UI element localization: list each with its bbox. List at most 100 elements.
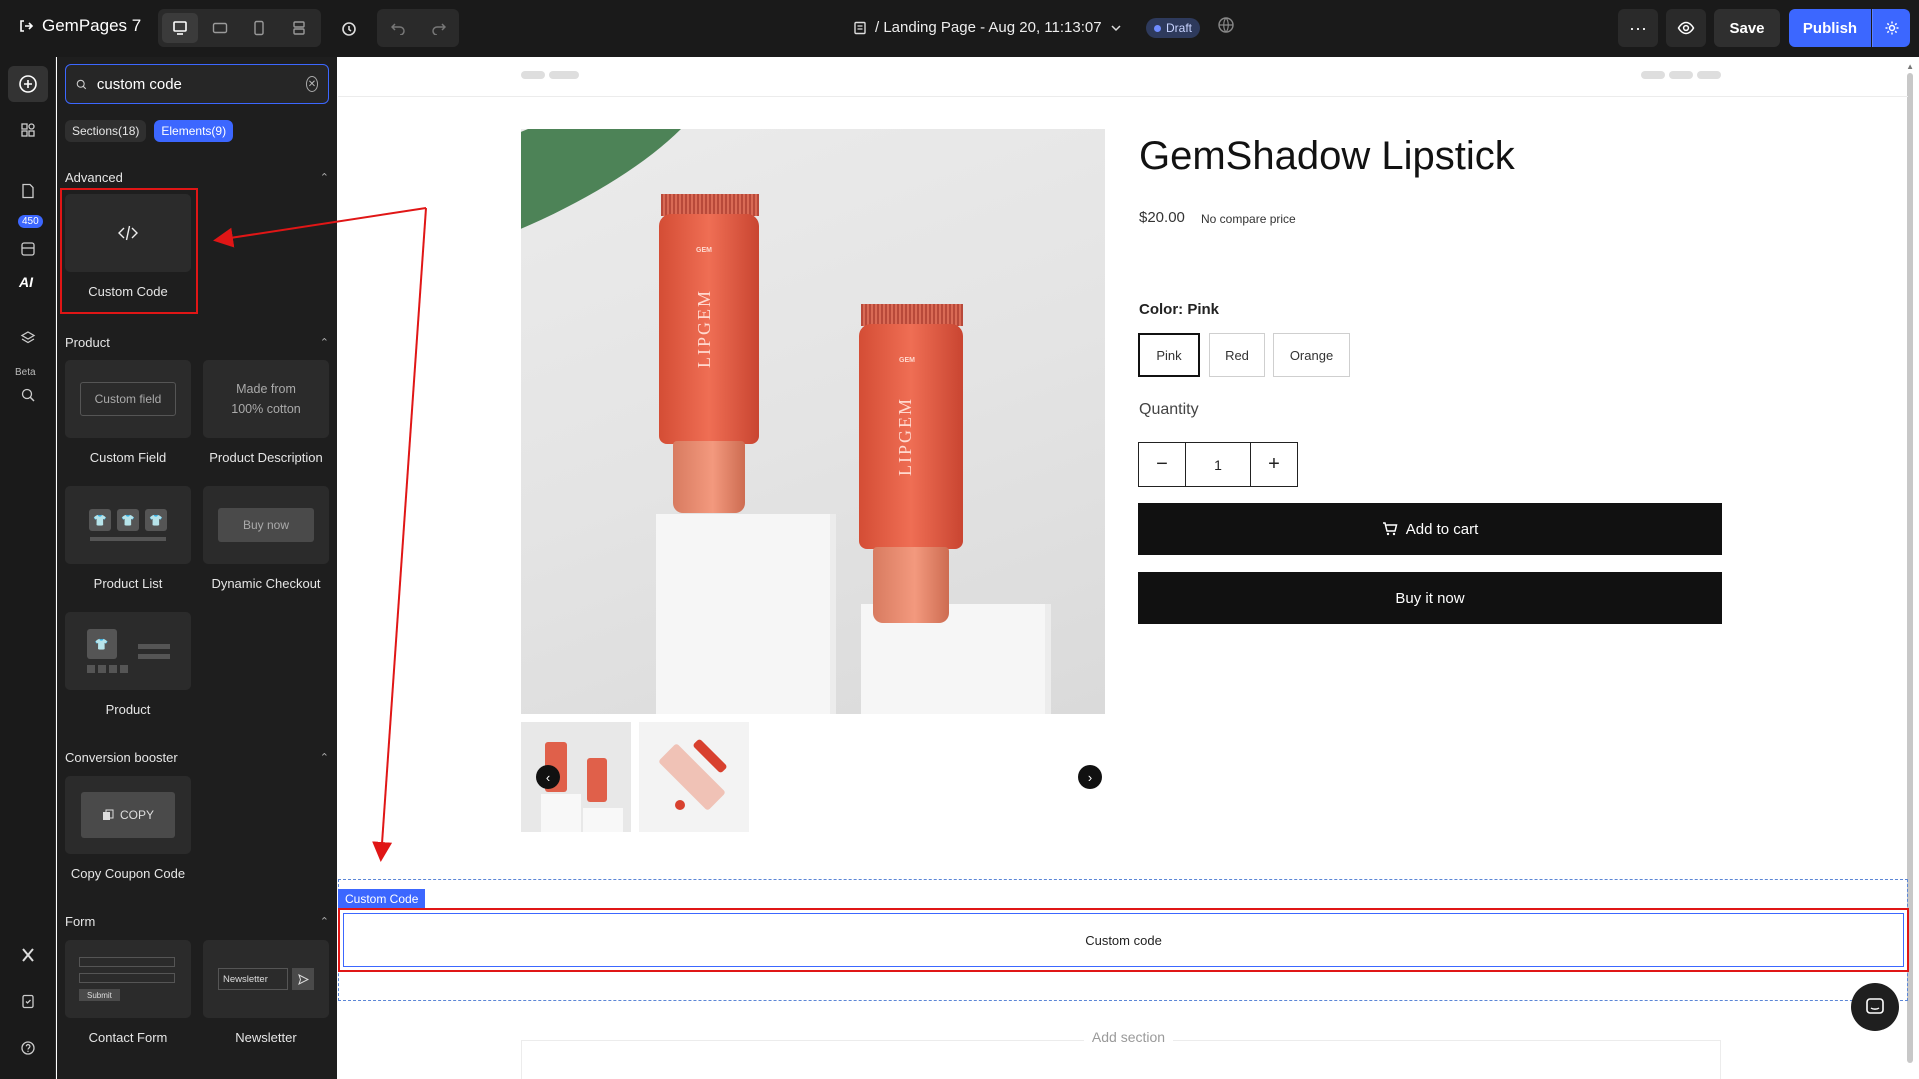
product-main-image[interactable]: LIPGEM GEM LIPGEM GEM xyxy=(521,129,1105,714)
tablet-view-button[interactable] xyxy=(202,13,238,43)
rail-layers[interactable] xyxy=(8,320,48,356)
element-newsletter[interactable]: Newsletter Newsletter xyxy=(203,940,329,1045)
rail-library[interactable] xyxy=(8,231,48,267)
add-section-area[interactable] xyxy=(521,1040,1721,1079)
custom-code-block[interactable]: Custom code xyxy=(338,908,1909,972)
element-product-description[interactable]: Made from 100% cotton Product Descriptio… xyxy=(203,360,329,465)
element-label: Product xyxy=(105,702,151,717)
search-input[interactable] xyxy=(96,75,296,93)
ai-icon[interactable]: AI xyxy=(19,274,33,290)
gallery-next-button[interactable]: › xyxy=(1078,765,1102,789)
store-header-placeholder xyxy=(338,57,1908,97)
status-dot-icon xyxy=(1154,24,1161,32)
mobile-view-button[interactable] xyxy=(242,13,278,43)
category-form[interactable]: Form ⌃ xyxy=(65,914,329,929)
send-icon xyxy=(292,968,314,990)
tube-logo-text: GEM xyxy=(696,247,712,254)
color-option-red[interactable]: Red xyxy=(1209,333,1265,377)
copy-icon xyxy=(102,809,114,820)
app-root: GemPages 7 / Landing Page - Aug 20, 11:1… xyxy=(0,0,1919,1079)
chevron-up-icon: ⌃ xyxy=(319,172,329,184)
save-button[interactable]: Save xyxy=(1714,9,1780,47)
rail-integrations[interactable] xyxy=(8,937,48,973)
element-thumbnail: Buy now xyxy=(203,486,329,564)
language-button[interactable] xyxy=(1217,16,1235,39)
element-thumbnail: Newsletter xyxy=(203,940,329,1018)
element-label: Contact Form xyxy=(88,1030,168,1045)
category-advanced[interactable]: Advanced ⌃ xyxy=(65,170,329,185)
clear-search-icon[interactable]: ✕ xyxy=(305,76,318,92)
product-title: GemShadow Lipstick xyxy=(1139,134,1515,178)
undo-button[interactable] xyxy=(377,9,418,47)
rail-help[interactable] xyxy=(8,1030,48,1066)
quantity-stepper: − 1 + xyxy=(1138,442,1298,487)
custom-code-highlight xyxy=(60,188,198,314)
buy-now-button[interactable]: Buy it now xyxy=(1138,572,1722,624)
rail-add-elements[interactable] xyxy=(8,66,48,102)
brush-icon xyxy=(21,388,35,402)
editor-canvas[interactable]: ▲ LIPGEM GEM LIPGEM GEM ‹ › GemShadow Li… xyxy=(338,57,1919,1079)
device-switcher xyxy=(158,9,321,47)
element-product-list[interactable]: 👕 👕 👕 Product List xyxy=(65,486,191,591)
library-count-badge: 450 xyxy=(18,215,43,228)
more-options-button[interactable]: ··· xyxy=(1618,9,1658,47)
clipboard-icon xyxy=(22,994,34,1009)
product-thumbnail-2[interactable] xyxy=(639,722,749,832)
element-thumbnail: 👕 👕 👕 xyxy=(65,486,191,564)
category-conversion-booster[interactable]: Conversion booster ⌃ xyxy=(65,750,329,765)
element-custom-field[interactable]: Custom field Custom Field xyxy=(65,360,191,465)
left-rail: 450 AI Beta xyxy=(0,57,56,1079)
element-contact-form[interactable]: Submit Contact Form xyxy=(65,940,191,1045)
rail-apps[interactable] xyxy=(8,112,48,148)
publish-settings-button[interactable] xyxy=(1872,9,1910,47)
shirt-icon: 👕 xyxy=(86,629,117,659)
color-label: Color: Pink xyxy=(1139,301,1219,318)
tube-logo-text: GEM xyxy=(899,357,915,364)
category-label: Product xyxy=(65,335,110,350)
rail-beta-feature[interactable] xyxy=(8,377,48,413)
chevron-up-icon: ⌃ xyxy=(319,752,329,764)
quantity-decrease-button[interactable]: − xyxy=(1139,443,1185,486)
app-logo[interactable]: GemPages 7 xyxy=(18,16,141,36)
rail-pages[interactable] xyxy=(8,173,48,209)
desktop-view-button[interactable] xyxy=(162,13,198,43)
product-price: $20.00 xyxy=(1139,209,1185,226)
thumb-text: COPY xyxy=(119,808,154,822)
custom-code-tag[interactable]: Custom Code xyxy=(338,889,426,909)
category-product[interactable]: Product ⌃ xyxy=(65,335,329,350)
rail-tasks[interactable] xyxy=(8,983,48,1019)
layout-view-button[interactable] xyxy=(281,13,317,43)
compare-price: No compare price xyxy=(1201,212,1296,226)
top-bar: GemPages 7 / Landing Page - Aug 20, 11:1… xyxy=(0,0,1919,57)
desktop-icon xyxy=(173,21,187,35)
element-product[interactable]: 👕 Product xyxy=(65,612,191,717)
element-thumbnail: Made from 100% cotton xyxy=(203,360,329,438)
publish-button[interactable]: Publish xyxy=(1789,9,1871,47)
element-thumbnail: COPY xyxy=(65,776,191,854)
element-copy-coupon-code[interactable]: COPY Copy Coupon Code xyxy=(65,776,191,881)
color-option-pink[interactable]: Pink xyxy=(1138,333,1200,377)
layers-icon xyxy=(20,331,36,344)
history-button[interactable] xyxy=(334,14,364,44)
chevron-up-icon: ⌃ xyxy=(319,337,329,349)
tablet-landscape-icon xyxy=(212,22,227,34)
preview-button[interactable] xyxy=(1666,9,1706,47)
tab-elements[interactable]: Elements(9) xyxy=(154,120,234,142)
quantity-increase-button[interactable]: + xyxy=(1251,443,1297,486)
chat-support-button[interactable] xyxy=(1851,983,1899,1031)
tube-brand-text: LIPGEM xyxy=(694,289,714,368)
add-to-cart-button[interactable]: Add to cart xyxy=(1138,503,1722,555)
redo-button[interactable] xyxy=(418,9,459,47)
color-option-orange[interactable]: Orange xyxy=(1273,333,1350,377)
element-dynamic-checkout[interactable]: Buy now Dynamic Checkout xyxy=(203,486,329,591)
page-title-dropdown[interactable]: / Landing Page - Aug 20, 11:13:07 xyxy=(853,19,1122,36)
gallery-prev-button[interactable]: ‹ xyxy=(536,765,560,789)
panel-tabs: Sections(18) Elements(9) xyxy=(65,120,234,142)
search-icon xyxy=(76,79,87,89)
tab-sections[interactable]: Sections(18) xyxy=(65,120,147,142)
quantity-value[interactable]: 1 xyxy=(1185,443,1251,486)
cart-icon xyxy=(1382,522,1398,536)
chevron-down-icon xyxy=(1111,24,1121,31)
element-label: Copy Coupon Code xyxy=(70,866,186,881)
category-label: Advanced xyxy=(65,170,123,185)
